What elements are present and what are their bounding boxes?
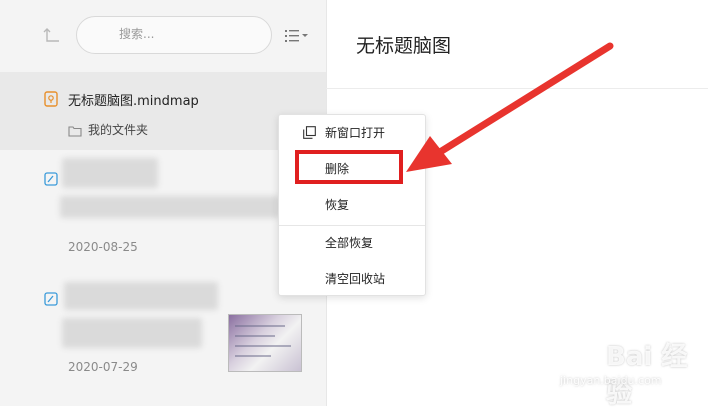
note-date: 2020-07-29: [68, 360, 138, 374]
list-view-icon[interactable]: [284, 27, 310, 45]
menu-item-empty-trash[interactable]: 清空回收站: [279, 263, 425, 293]
folder-icon: [68, 122, 82, 137]
search-input[interactable]: [117, 26, 271, 42]
highlight-box: [295, 150, 403, 184]
search-box[interactable]: [76, 16, 272, 54]
menu-item-restore[interactable]: 恢复: [279, 189, 425, 219]
note-date: 2020-08-25: [68, 240, 138, 254]
menu-item-open-new-window[interactable]: 新窗口打开: [279, 117, 425, 147]
menu-item-label: 全部恢复: [325, 236, 374, 250]
folder-name: 我的文件夹: [88, 123, 149, 137]
title-divider: [326, 88, 708, 89]
blurred-note-preview: [62, 318, 202, 348]
watermark-text: Bai 经验: [606, 342, 688, 409]
context-menu: 新窗口打开 删除 恢复 全部恢复 清空回收站: [278, 114, 426, 296]
menu-item-restore-all[interactable]: 全部恢复: [279, 227, 425, 257]
document-title: 无标题脑图: [356, 35, 452, 57]
note-thumbnail: [228, 314, 302, 372]
watermark-url: jingyan.baidu.com: [560, 374, 662, 387]
menu-divider: [279, 225, 425, 226]
up-level-icon[interactable]: [42, 26, 62, 46]
mindmap-file-icon: [44, 91, 58, 107]
menu-item-label: 新窗口打开: [325, 126, 386, 140]
menu-item-label: 清空回收站: [325, 272, 386, 286]
sidebar-toolbar: [0, 0, 326, 72]
copy-icon: [303, 126, 316, 139]
file-name: 无标题脑图.mindmap: [68, 94, 199, 109]
blurred-note-title: [62, 158, 158, 188]
blurred-note-preview: [60, 196, 280, 218]
blurred-note-title: [64, 282, 218, 310]
menu-item-label: 恢复: [325, 198, 350, 212]
note-icon: [44, 171, 58, 186]
note-icon: [44, 291, 58, 306]
